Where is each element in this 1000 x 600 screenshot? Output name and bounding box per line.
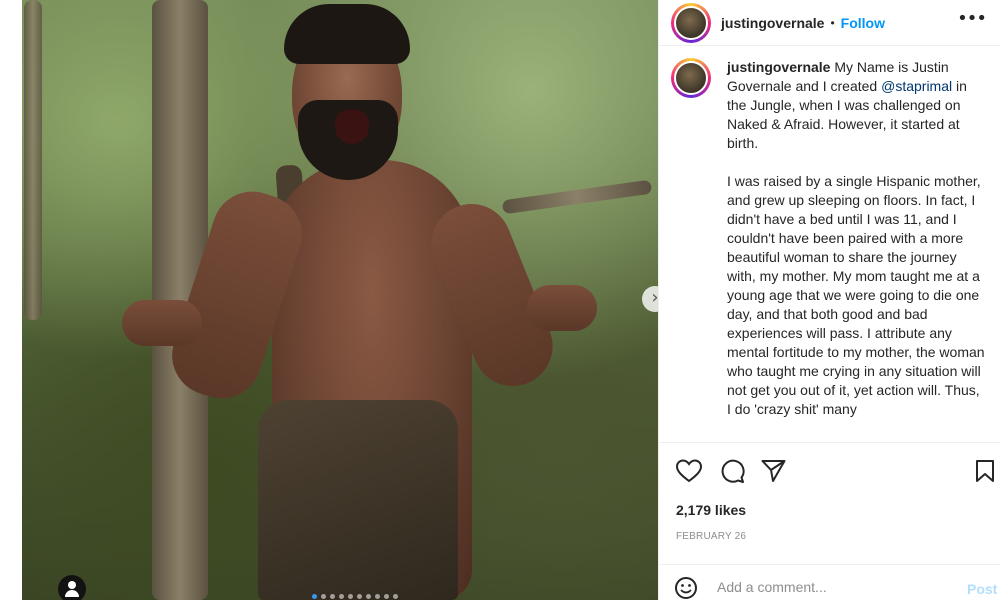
caption-paragraph: I was raised by a single Hispanic mother… [727,173,985,417]
backdrop-strip [0,0,22,600]
carousel-dot [393,594,398,599]
person-right-hand [527,285,597,331]
post-header: justingovernale • Follow ••• [659,0,1000,46]
action-bar [659,442,1000,500]
emoji-icon[interactable] [675,577,697,599]
person-mouth [335,110,369,144]
post-comment-button[interactable]: Post [967,581,997,597]
carousel-dot [312,594,317,599]
avatar[interactable] [671,2,711,43]
likes-count[interactable]: 2,179 likes [676,502,746,518]
header-separator: • [830,15,835,30]
comment-input[interactable] [717,579,957,595]
post-image[interactable]: › [22,0,658,600]
tree-trunk [24,0,42,320]
follow-button[interactable]: Follow [841,15,885,31]
shoulder-bag [258,400,458,600]
carousel-indicator [312,594,398,599]
caption-mention-link[interactable]: @staprimal [881,78,952,94]
chevron-right-icon[interactable]: › [642,286,658,312]
carousel-dot [375,594,380,599]
bookmark-icon[interactable] [975,459,995,483]
carousel-dot [330,594,335,599]
share-icon[interactable] [761,459,786,483]
comment-box: Post [659,564,1000,600]
caption-text: justingovernale My Name is Justin Govern… [727,58,985,442]
caption-username[interactable]: justingovernale [727,59,830,75]
caption: justingovernale My Name is Justin Govern… [671,58,992,442]
carousel-dot [321,594,326,599]
carousel-dot [339,594,344,599]
carousel-dot [348,594,353,599]
carousel-dot [384,594,389,599]
header-username[interactable]: justingovernale [721,15,824,31]
user-tag-icon[interactable] [58,575,86,600]
carousel-dot [366,594,371,599]
carousel-dot [357,594,362,599]
caption-avatar[interactable] [671,58,711,98]
comment-icon[interactable] [720,459,745,484]
post-sidebar: justingovernale • Follow ••• justingover… [658,0,1000,600]
more-options-icon[interactable]: ••• [957,8,987,29]
heart-icon[interactable] [676,459,702,483]
tree-branch [501,179,653,215]
post-date[interactable]: FEBRUARY 26 [676,531,746,542]
person-hair [284,4,410,64]
person-left-hand [122,300,202,346]
